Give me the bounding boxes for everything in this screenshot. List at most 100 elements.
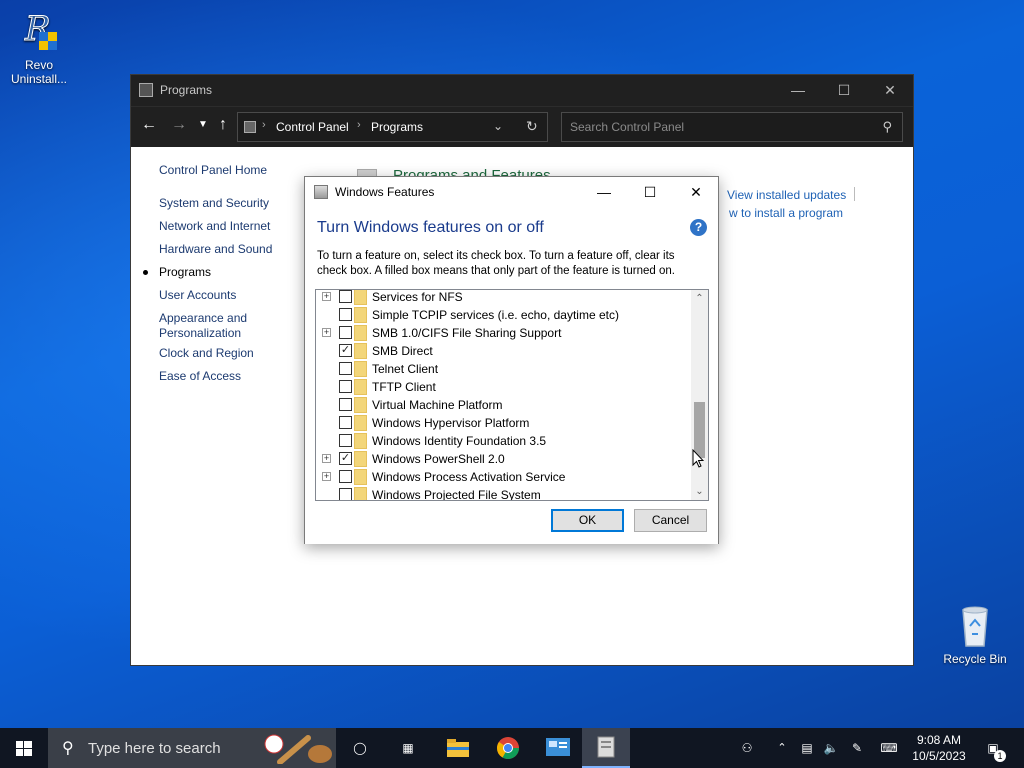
feature-row[interactable]: Windows Hypervisor Platform (316, 414, 691, 432)
help-icon[interactable]: ? (690, 219, 707, 236)
feature-row[interactable]: + SMB 1.0/CIFS File Sharing Support (316, 324, 691, 342)
start-button[interactable] (0, 728, 48, 768)
address-input[interactable]: › Control Panel › Programs ⌄ ↻ (237, 112, 548, 142)
feature-label: Windows Identity Foundation 3.5 (372, 434, 547, 448)
feature-checkbox[interactable] (339, 362, 352, 375)
ok-button[interactable]: OK (551, 509, 624, 532)
breadcrumb-programs[interactable]: Programs (371, 120, 423, 134)
feature-checkbox[interactable] (339, 380, 352, 393)
network-icon[interactable]: ▤ (796, 728, 818, 768)
feature-checkbox[interactable] (339, 434, 352, 447)
search-placeholder: Search Control Panel (570, 120, 685, 134)
feature-row[interactable]: Windows Projected File System (316, 486, 691, 500)
clock-time: 9:08 AM (916, 733, 962, 747)
sidebar-item-hardware-sound[interactable]: Hardware and Sound (159, 242, 272, 257)
sidebar-item-appearance[interactable]: Appearance and Personalization (159, 311, 259, 341)
clock[interactable]: 9:08 AM 10/5/2023 (908, 732, 970, 764)
windows-logo-icon (16, 741, 32, 756)
task-view-cortana-icon[interactable]: ◯ (336, 728, 384, 768)
features-tree[interactable]: Windows Projected File System + Windows Pr… (315, 289, 709, 501)
feature-checkbox[interactable] (339, 398, 352, 411)
up-arrow-icon[interactable]: ↑ (213, 116, 233, 134)
sidebar-item-control-panel-home[interactable]: Control Panel Home (159, 163, 267, 178)
forward-arrow-icon[interactable]: → (169, 116, 189, 134)
folder-icon (354, 343, 367, 359)
folder-icon (354, 307, 367, 323)
feature-row[interactable]: Simple TCPIP services (i.e. echo, daytim… (316, 306, 691, 324)
feature-row[interactable]: + ✓ Windows PowerShell 2.0 (316, 450, 691, 468)
dialog-maximize-button[interactable]: ☐ (627, 177, 673, 207)
control-panel-taskbar-icon[interactable] (534, 728, 582, 768)
feature-row[interactable]: + Windows Process Activation Service (316, 468, 691, 486)
feature-row[interactable]: ✓ SMB Direct (316, 342, 691, 360)
task-view-icon[interactable]: ▦ (384, 728, 432, 768)
feature-checkbox[interactable] (339, 470, 352, 483)
sidebar-item-ease-of-access[interactable]: Ease of Access (159, 369, 241, 384)
touch-keyboard-icon[interactable]: ⌨ (876, 728, 902, 768)
feature-checkbox[interactable] (339, 308, 352, 321)
breadcrumb-control-panel[interactable]: Control Panel (276, 120, 349, 134)
dialog-heading: Turn Windows features on or off (317, 219, 544, 236)
dialog-titlebar[interactable]: Windows Features — ☐ ✕ (305, 177, 718, 207)
sidebar-item-programs[interactable]: Programs (143, 265, 212, 280)
search-highlight-baseball-icon (262, 732, 334, 765)
feature-checkbox[interactable]: ✓ (339, 452, 352, 465)
minimize-button[interactable]: — (775, 75, 821, 106)
feature-label: SMB 1.0/CIFS File Sharing Support (372, 326, 562, 340)
feature-row[interactable]: Windows Identity Foundation 3.5 (316, 432, 691, 450)
people-icon[interactable]: ⚇ (734, 728, 760, 768)
dialog-close-button[interactable]: ✕ (673, 177, 719, 207)
scroll-down-chevron-icon[interactable]: ⌄ (691, 483, 708, 500)
desktop-icon-revo[interactable]: R Revo Uninstall... (4, 8, 74, 87)
feature-checkbox[interactable] (339, 326, 352, 339)
desktop-icon-revo-label: Revo Uninstall... (10, 58, 68, 86)
location-icon (244, 121, 256, 133)
windows-features-taskbar-icon[interactable] (582, 728, 630, 768)
recent-locations-chevron-icon[interactable]: ▼ (193, 119, 213, 130)
dialog-minimize-button[interactable]: — (581, 177, 627, 207)
taskbar-search-box[interactable]: ⚲ Type here to search (48, 728, 336, 768)
action-center-icon[interactable]: ▣ 1 (980, 728, 1006, 768)
pen-workspace-icon[interactable]: ✎ (846, 728, 868, 768)
sidebar-item-system-security[interactable]: System and Security (159, 196, 269, 211)
expand-plus-icon[interactable]: + (322, 472, 331, 481)
refresh-icon[interactable]: ↻ (526, 118, 538, 135)
search-icon[interactable]: ⚲ (882, 119, 892, 135)
feature-checkbox[interactable]: ✓ (339, 344, 352, 357)
control-panel-icon (139, 83, 153, 97)
folder-icon (354, 451, 367, 467)
feature-row[interactable]: + Services for NFS (316, 290, 691, 306)
back-arrow-icon[interactable]: ← (139, 116, 159, 134)
expand-plus-icon[interactable]: + (322, 454, 331, 463)
volume-muted-icon[interactable]: 🔈 (820, 728, 842, 768)
feature-label: Windows Hypervisor Platform (372, 416, 530, 430)
cancel-button[interactable]: Cancel (634, 509, 707, 532)
feature-row[interactable]: Telnet Client (316, 360, 691, 378)
window-titlebar[interactable]: Programs — ☐ ✕ (131, 75, 913, 106)
search-control-panel-input[interactable]: Search Control Panel ⚲ (561, 112, 903, 142)
file-explorer-icon[interactable] (434, 728, 482, 768)
expand-plus-icon[interactable]: + (322, 292, 331, 301)
feature-checkbox[interactable] (339, 416, 352, 429)
how-to-install-link[interactable]: w to install a program (729, 206, 843, 220)
view-installed-updates-link[interactable]: View installed updates (727, 188, 846, 202)
expand-plus-icon[interactable]: + (322, 328, 331, 337)
sidebar-item-user-accounts[interactable]: User Accounts (159, 288, 236, 303)
close-button[interactable]: ✕ (867, 75, 913, 106)
chrome-icon[interactable] (484, 728, 532, 768)
mouse-cursor-icon (692, 449, 704, 468)
dialog-description: To turn a feature on, select its check b… (317, 250, 675, 277)
feature-row[interactable]: Virtual Machine Platform (316, 396, 691, 414)
feature-checkbox[interactable] (339, 488, 352, 500)
sidebar-item-programs-label: Programs (159, 265, 212, 279)
show-hidden-icons-chevron-icon[interactable]: ⌃ (772, 728, 792, 768)
sidebar-item-network-internet[interactable]: Network and Internet (159, 219, 270, 234)
feature-row[interactable]: TFTP Client (316, 378, 691, 396)
sidebar-item-clock-region[interactable]: Clock and Region (159, 346, 254, 361)
address-dropdown-chevron-icon[interactable]: ⌄ (493, 119, 503, 133)
scroll-up-chevron-icon[interactable]: ⌃ (691, 290, 708, 307)
feature-checkbox[interactable] (339, 290, 352, 303)
desktop-icon-recycle-bin[interactable]: Recycle Bin (940, 602, 1010, 666)
folder-icon (354, 415, 367, 431)
maximize-button[interactable]: ☐ (821, 75, 867, 106)
